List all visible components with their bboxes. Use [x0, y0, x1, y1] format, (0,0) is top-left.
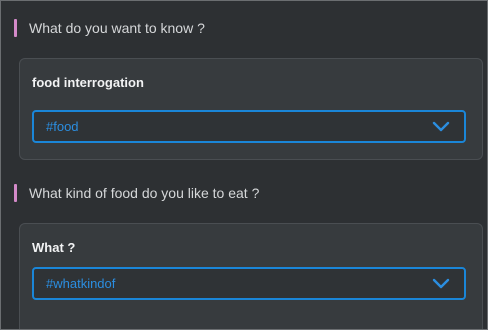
question-header-1: What do you want to know ? — [14, 19, 205, 37]
question-text: What kind of food do you like to eat ? — [29, 185, 260, 201]
field-card-2: What ? #whatkindof — [19, 223, 483, 329]
question-marker — [14, 19, 17, 37]
question-text: What do you want to know ? — [29, 20, 205, 36]
field-card-1: food interrogation #food — [19, 58, 483, 160]
food-select[interactable]: #food — [32, 110, 466, 143]
question-marker — [14, 184, 17, 202]
field-label: What ? — [32, 240, 76, 255]
field-label: food interrogation — [32, 75, 144, 90]
select-value: #whatkindof — [46, 276, 116, 291]
select-value: #food — [46, 119, 79, 134]
form-panel: What do you want to know ? food interrog… — [0, 0, 488, 330]
chevron-down-icon[interactable] — [432, 278, 450, 289]
whatkindof-select[interactable]: #whatkindof — [32, 267, 466, 300]
chevron-down-icon[interactable] — [432, 121, 450, 132]
question-header-2: What kind of food do you like to eat ? — [14, 184, 259, 202]
